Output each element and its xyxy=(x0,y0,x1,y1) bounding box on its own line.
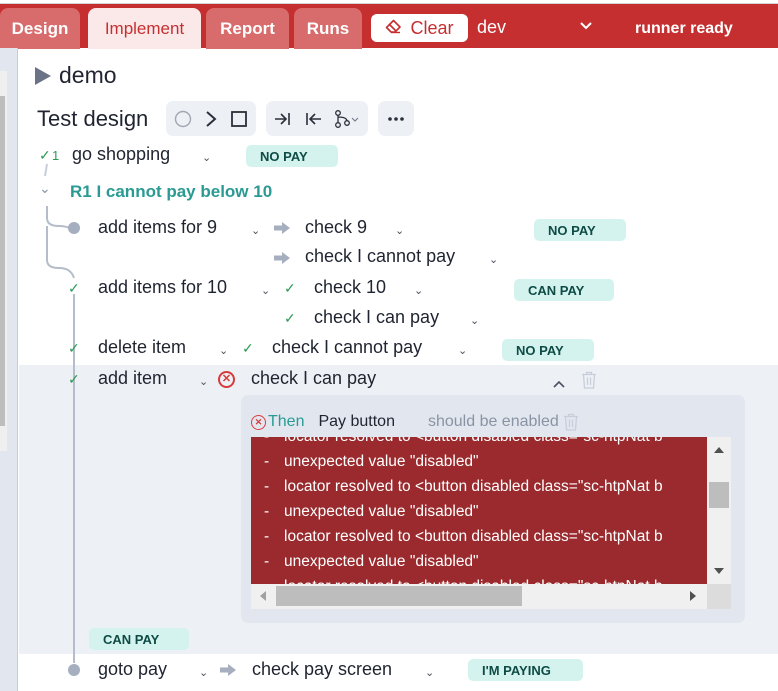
r3-check-1[interactable]: check I cannot pay xyxy=(272,337,422,358)
chevron-down-icon[interactable]: ⌄ xyxy=(395,224,404,237)
runner-status: runner ready xyxy=(635,20,733,37)
check-icon: ✓ xyxy=(39,147,51,163)
r4-check-1[interactable]: check I can pay xyxy=(251,368,376,389)
sidebar xyxy=(0,48,18,691)
rule-title[interactable]: R1 I cannot pay below 10 xyxy=(70,182,272,202)
arrow-right-icon xyxy=(274,252,290,264)
more-icon xyxy=(388,116,405,122)
check-icon: ✓ xyxy=(242,340,254,356)
run-controls xyxy=(166,101,257,136)
r5-check-1[interactable]: check pay screen xyxy=(252,659,392,680)
chevron-down-icon[interactable] xyxy=(580,18,592,33)
error-log-lines: -locator resolved to <button disabled cl… xyxy=(251,437,707,584)
arrow-right-icon xyxy=(274,222,290,234)
tab-runs[interactable]: Runs xyxy=(294,8,362,49)
chevron-down-icon[interactable]: ⌄ xyxy=(251,224,260,237)
assertion-target[interactable]: Pay button xyxy=(318,413,395,431)
error-icon: ✕ xyxy=(218,371,235,388)
chevron-down-icon[interactable]: ⌄ xyxy=(414,284,423,297)
check-icon: ✓ xyxy=(68,280,80,296)
error-log-line: - unexpected value "disabled" xyxy=(264,552,479,570)
error-log-line: - unexpected value "disabled" xyxy=(264,452,479,470)
branch-icon[interactable] xyxy=(334,109,360,128)
error-log-line: -locator resolved to <button disabled cl… xyxy=(264,477,663,495)
tab-implement[interactable]: Implement xyxy=(88,8,201,49)
more-button[interactable] xyxy=(378,101,415,136)
r1-action[interactable]: add items for 9 xyxy=(98,217,217,238)
chevron-down-icon[interactable]: ⌄ xyxy=(489,253,498,266)
chevron-up-icon[interactable] xyxy=(553,375,565,393)
r1-check-1[interactable]: check 9 xyxy=(305,217,367,238)
circle-icon[interactable] xyxy=(174,110,192,128)
chevron-down-icon[interactable]: ⌄ xyxy=(261,284,270,297)
start-action[interactable]: go shopping xyxy=(72,144,170,165)
step-pending-dot xyxy=(68,222,80,234)
scroll-right-icon[interactable] xyxy=(690,591,696,601)
step-out-icon[interactable] xyxy=(304,111,322,127)
chevron-down-icon[interactable]: ⌄ xyxy=(199,375,208,388)
vertical-scrollbar[interactable] xyxy=(707,437,731,584)
chevron-down-icon[interactable]: ⌄ xyxy=(199,666,208,679)
arrow-right-icon xyxy=(220,664,236,676)
check-icon: ✓ xyxy=(68,340,80,356)
main-content: demo Test design ✓ 1 go shopping ⌄ NO PA… xyxy=(19,48,778,691)
trash-icon[interactable] xyxy=(563,413,579,431)
step-into-icon[interactable] xyxy=(274,111,292,127)
check-icon: ✓ xyxy=(284,310,296,326)
chevron-down-icon[interactable]: ⌄ xyxy=(470,314,479,327)
error-log-line: -locator resolved to <button disabled cl… xyxy=(264,527,663,545)
clear-label: Clear xyxy=(410,17,454,38)
chevron-down-icon[interactable]: ⌄ xyxy=(219,344,228,357)
error-log-line: -locator resolved to <button disabled cl… xyxy=(251,574,707,585)
horizontal-scroll-thumb[interactable] xyxy=(276,586,522,606)
tab-design[interactable]: Design xyxy=(0,8,80,49)
step-pending-dot xyxy=(68,664,80,676)
scroll-up-icon[interactable] xyxy=(714,447,724,453)
step-icon[interactable] xyxy=(204,110,218,128)
r3-action[interactable]: delete item xyxy=(98,337,186,358)
clear-button[interactable]: Clear xyxy=(371,14,468,42)
check-icon: ✓ xyxy=(68,371,80,387)
scroll-left-icon[interactable] xyxy=(260,591,266,601)
error-icon: ✕ xyxy=(251,414,266,430)
r2-check-2[interactable]: check I can pay xyxy=(314,307,439,328)
assertion-text[interactable]: should be enabled xyxy=(428,413,559,431)
environment-select[interactable]: dev xyxy=(477,17,506,38)
r1-check-2[interactable]: check I cannot pay xyxy=(305,246,455,267)
check-icon: ✓ xyxy=(284,280,296,296)
state-badge: CAN PAY xyxy=(514,279,614,301)
failed-assertion: ✕ Then Pay button should be enabled xyxy=(251,413,579,431)
state-badge: I'M PAYING xyxy=(468,659,583,681)
scroll-down-icon[interactable] xyxy=(714,568,724,574)
r5-action[interactable]: goto pay xyxy=(98,659,167,680)
r2-check-1[interactable]: check 10 xyxy=(314,277,386,298)
state-badge: NO PAY xyxy=(534,219,626,241)
horizontal-scrollbar[interactable] xyxy=(251,584,707,609)
vertical-scroll-thumb[interactable] xyxy=(709,482,729,508)
error-log-line: - unexpected value "disabled" xyxy=(264,502,479,520)
collapse-rule-icon[interactable]: ⌄ xyxy=(39,180,51,197)
tab-report[interactable]: Report xyxy=(206,8,289,49)
r2-action[interactable]: add items for 10 xyxy=(98,277,227,298)
navigation-controls xyxy=(266,101,369,136)
sidebar-scroll-thumb[interactable] xyxy=(0,96,5,426)
error-log-line: -locator resolved to <button disabled cl… xyxy=(251,437,707,449)
failure-details-panel: ✕ Then Pay button should be enabled -loc… xyxy=(241,395,745,623)
state-badge: CAN PAY xyxy=(89,628,189,650)
scrollbar-corner xyxy=(707,584,731,609)
chevron-down-icon[interactable]: ⌄ xyxy=(458,344,467,357)
state-badge: NO PAY xyxy=(502,339,594,361)
chevron-down-icon[interactable]: ⌄ xyxy=(202,151,211,164)
state-badge: NO PAY xyxy=(246,145,338,167)
trash-icon[interactable] xyxy=(581,371,597,394)
step-count: 1 xyxy=(52,148,60,163)
then-keyword: Then xyxy=(268,413,305,430)
top-bar: Design Implement Report Runs Clear dev r… xyxy=(0,3,778,49)
stop-icon[interactable] xyxy=(230,110,248,128)
error-log[interactable]: -locator resolved to <button disabled cl… xyxy=(251,437,707,584)
chevron-down-icon[interactable]: ⌄ xyxy=(425,666,434,679)
r4-action[interactable]: add item xyxy=(98,368,167,389)
eraser-icon xyxy=(385,18,402,39)
